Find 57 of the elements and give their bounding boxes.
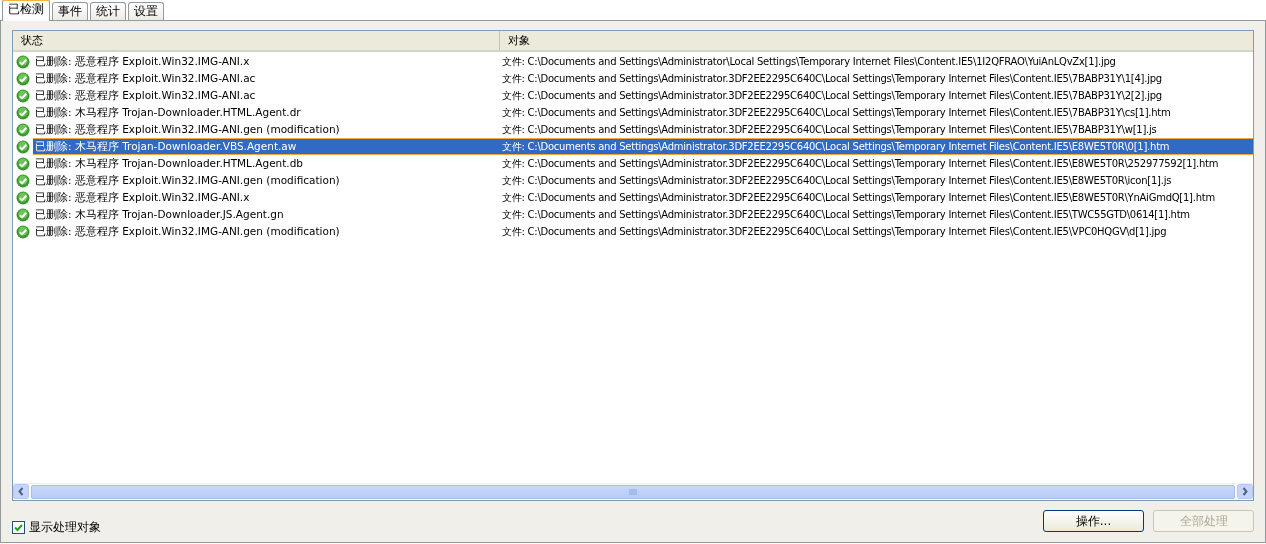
list-row[interactable]: 已删除: 木马程序 Trojan-Downloader.VBS.Agent.aw 文件: C:\Documents and Settings\Administrator.3DF2EE2295C640C\Local Settings\Temporary Internet Files\Content.IE5\E8WE5T0R\0[1].htm <box>33 138 1253 155</box>
list-row[interactable]: 已删除: 恶意程序 Exploit.Win32.IMG-ANI.gen (modification) 文件: C:\Documents and Settings\Administrator.3DF2EE2295C640C\Local Settings\Temporary Internet Files\Content.IE5\7BABP31Y\w[1].js <box>33 121 1253 138</box>
list-row[interactable]: 已删除: 木马程序 Trojan-Downloader.HTML.Agent.dr 文件: C:\Documents and Settings\Administrator.3DF2EE2295C640C\Local Settings\Temporary Internet Files\Content.IE5\7BABP31Y\cs[1].htm <box>33 104 1253 121</box>
status-text: 已删除: 恶意程序 Exploit.Win32.IMG-ANI.ac <box>34 71 257 86</box>
tab[interactable]: 已检测 <box>2 0 50 21</box>
check-circle-icon <box>16 224 30 239</box>
action-button[interactable]: 操作... <box>1043 510 1144 532</box>
list-row[interactable]: 已删除: 恶意程序 Exploit.Win32.IMG-ANI.x 文件: C:\Documents and Settings\Administrator\Local Settings\Temporary Internet Files\Content.IE5\1I2QFRAO\YuiAnLQvZx[1].jpg <box>33 53 1253 70</box>
checkbox-label: 显示处理对象 <box>29 518 101 536</box>
status-text: 已删除: 木马程序 Trojan-Downloader.JS.Agent.gn <box>34 207 285 222</box>
list-row[interactable]: 已删除: 恶意程序 Exploit.Win32.IMG-ANI.x 文件: C:\Documents and Settings\Administrator.3DF2EE2295C640C\Local Settings\Temporary Internet Files\Content.IE5\E8WE5T0R\YnAiGmdQ[1].htm <box>33 189 1253 206</box>
scroll-left-icon[interactable] <box>13 484 29 499</box>
status-text: 已删除: 恶意程序 Exploit.Win32.IMG-ANI.x <box>34 54 251 69</box>
status-text: 已删除: 恶意程序 Exploit.Win32.IMG-ANI.gen (modification) <box>34 173 341 188</box>
object-path: 文件: C:\Documents and Settings\Administrator\Local Settings\Temporary Internet Files\Content.IE5\1I2QFRAO\YuiAnLQvZx[1].jpg <box>501 55 1117 69</box>
object-path: 文件: C:\Documents and Settings\Administrator.3DF2EE2295C640C\Local Settings\Temporary Internet Files\Content.IE5\7BABP31Y\w[1].js <box>501 123 1158 137</box>
tab[interactable]: 统计 <box>90 2 126 20</box>
check-circle-icon <box>16 173 30 188</box>
check-circle-icon <box>16 54 30 69</box>
status-text: 已删除: 木马程序 Trojan-Downloader.HTML.Agent.dr <box>34 105 302 120</box>
checkbox[interactable] <box>12 520 25 534</box>
check-circle-icon <box>16 190 30 205</box>
list-row[interactable]: 已删除: 恶意程序 Exploit.Win32.IMG-ANI.gen (modification) 文件: C:\Documents and Settings\Administrator.3DF2EE2295C640C\Local Settings\Temporary Internet Files\Content.IE5\VPC0HQGV\d[1].jpg <box>33 223 1253 240</box>
check-circle-icon <box>16 139 30 154</box>
status-text: 已删除: 恶意程序 Exploit.Win32.IMG-ANI.x <box>34 190 251 205</box>
list-row[interactable]: 已删除: 恶意程序 Exploit.Win32.IMG-ANI.ac 文件: C:\Documents and Settings\Administrator.3DF2EE2295C640C\Local Settings\Temporary Internet Files\Content.IE5\7BABP31Y\2[2].jpg <box>33 87 1253 104</box>
object-path: 文件: C:\Documents and Settings\Administrator.3DF2EE2295C640C\Local Settings\Temporary Internet Files\Content.IE5\E8WE5T0R\252977592[1].htm <box>501 157 1220 171</box>
object-path: 文件: C:\Documents and Settings\Administrator.3DF2EE2295C640C\Local Settings\Temporary Internet Files\Content.IE5\TWC55GTD\0614[1].htm <box>501 208 1191 222</box>
column-header[interactable]: 对象 <box>499 31 1253 50</box>
status-text: 已删除: 恶意程序 Exploit.Win32.IMG-ANI.gen (modification) <box>34 224 341 239</box>
object-path: 文件: C:\Documents and Settings\Administrator.3DF2EE2295C640C\Local Settings\Temporary Internet Files\Content.IE5\E8WE5T0R\YnAiGmdQ[1].htm <box>501 191 1216 205</box>
check-circle-icon <box>16 71 30 86</box>
object-path: 文件: C:\Documents and Settings\Administrator.3DF2EE2295C640C\Local Settings\Temporary Internet Files\Content.IE5\7BABP31Y\cs[1].htm <box>501 106 1172 120</box>
check-circle-icon <box>16 122 30 137</box>
list-row[interactable]: 已删除: 恶意程序 Exploit.Win32.IMG-ANI.ac 文件: C:\Documents and Settings\Administrator.3DF2EE2295C640C\Local Settings\Temporary Internet Files\Content.IE5\7BABP31Y\1[4].jpg <box>33 70 1253 87</box>
status-text: 已删除: 恶意程序 Exploit.Win32.IMG-ANI.gen (modification) <box>34 122 341 137</box>
object-path: 文件: C:\Documents and Settings\Administrator.3DF2EE2295C640C\Local Settings\Temporary Internet Files\Content.IE5\E8WE5T0R\0[1].htm <box>501 140 1171 154</box>
column-header[interactable]: 状态 <box>13 31 499 50</box>
object-path: 文件: C:\Documents and Settings\Administrator.3DF2EE2295C640C\Local Settings\Temporary Internet Files\Content.IE5\VPC0HQGV\d[1].jpg <box>501 225 1168 239</box>
status-text: 已删除: 木马程序 Trojan-Downloader.VBS.Agent.aw <box>34 139 298 154</box>
object-path: 文件: C:\Documents and Settings\Administrator.3DF2EE2295C640C\Local Settings\Temporary Internet Files\Content.IE5\E8WE5T0R\icon[1].js <box>501 174 1173 188</box>
object-path: 文件: C:\Documents and Settings\Administrator.3DF2EE2295C640C\Local Settings\Temporary Internet Files\Content.IE5\7BABP31Y\1[4].jpg <box>501 72 1163 86</box>
check-circle-icon <box>16 156 30 171</box>
check-circle-icon <box>16 105 30 120</box>
tab[interactable]: 事件 <box>52 2 88 20</box>
scroll-thumb[interactable] <box>31 485 1235 499</box>
tab[interactable]: 设置 <box>128 2 164 20</box>
status-text: 已删除: 木马程序 Trojan-Downloader.HTML.Agent.db <box>34 156 305 171</box>
list-row[interactable]: 已删除: 木马程序 Trojan-Downloader.HTML.Agent.db 文件: C:\Documents and Settings\Administrator.3DF2EE2295C640C\Local Settings\Temporary Internet Files\Content.IE5\E8WE5T0R\252977592[1].htm <box>33 155 1253 172</box>
scroll-right-icon[interactable] <box>1237 484 1253 499</box>
check-circle-icon <box>16 88 30 103</box>
check-circle-icon <box>16 207 30 222</box>
list-row[interactable]: 已删除: 恶意程序 Exploit.Win32.IMG-ANI.gen (modification) 文件: C:\Documents and Settings\Administrator.3DF2EE2295C640C\Local Settings\Temporary Internet Files\Content.IE5\E8WE5T0R\icon[1].js <box>33 172 1253 189</box>
status-text: 已删除: 恶意程序 Exploit.Win32.IMG-ANI.ac <box>34 88 257 103</box>
list-row[interactable]: 已删除: 木马程序 Trojan-Downloader.JS.Agent.gn 文件: C:\Documents and Settings\Administrator.3DF2EE2295C640C\Local Settings\Temporary Internet Files\Content.IE5\TWC55GTD\0614[1].htm <box>33 206 1253 223</box>
object-path: 文件: C:\Documents and Settings\Administrator.3DF2EE2295C640C\Local Settings\Temporary Internet Files\Content.IE5\7BABP31Y\2[2].jpg <box>501 89 1163 103</box>
horizontal-scrollbar[interactable] <box>13 483 1253 500</box>
